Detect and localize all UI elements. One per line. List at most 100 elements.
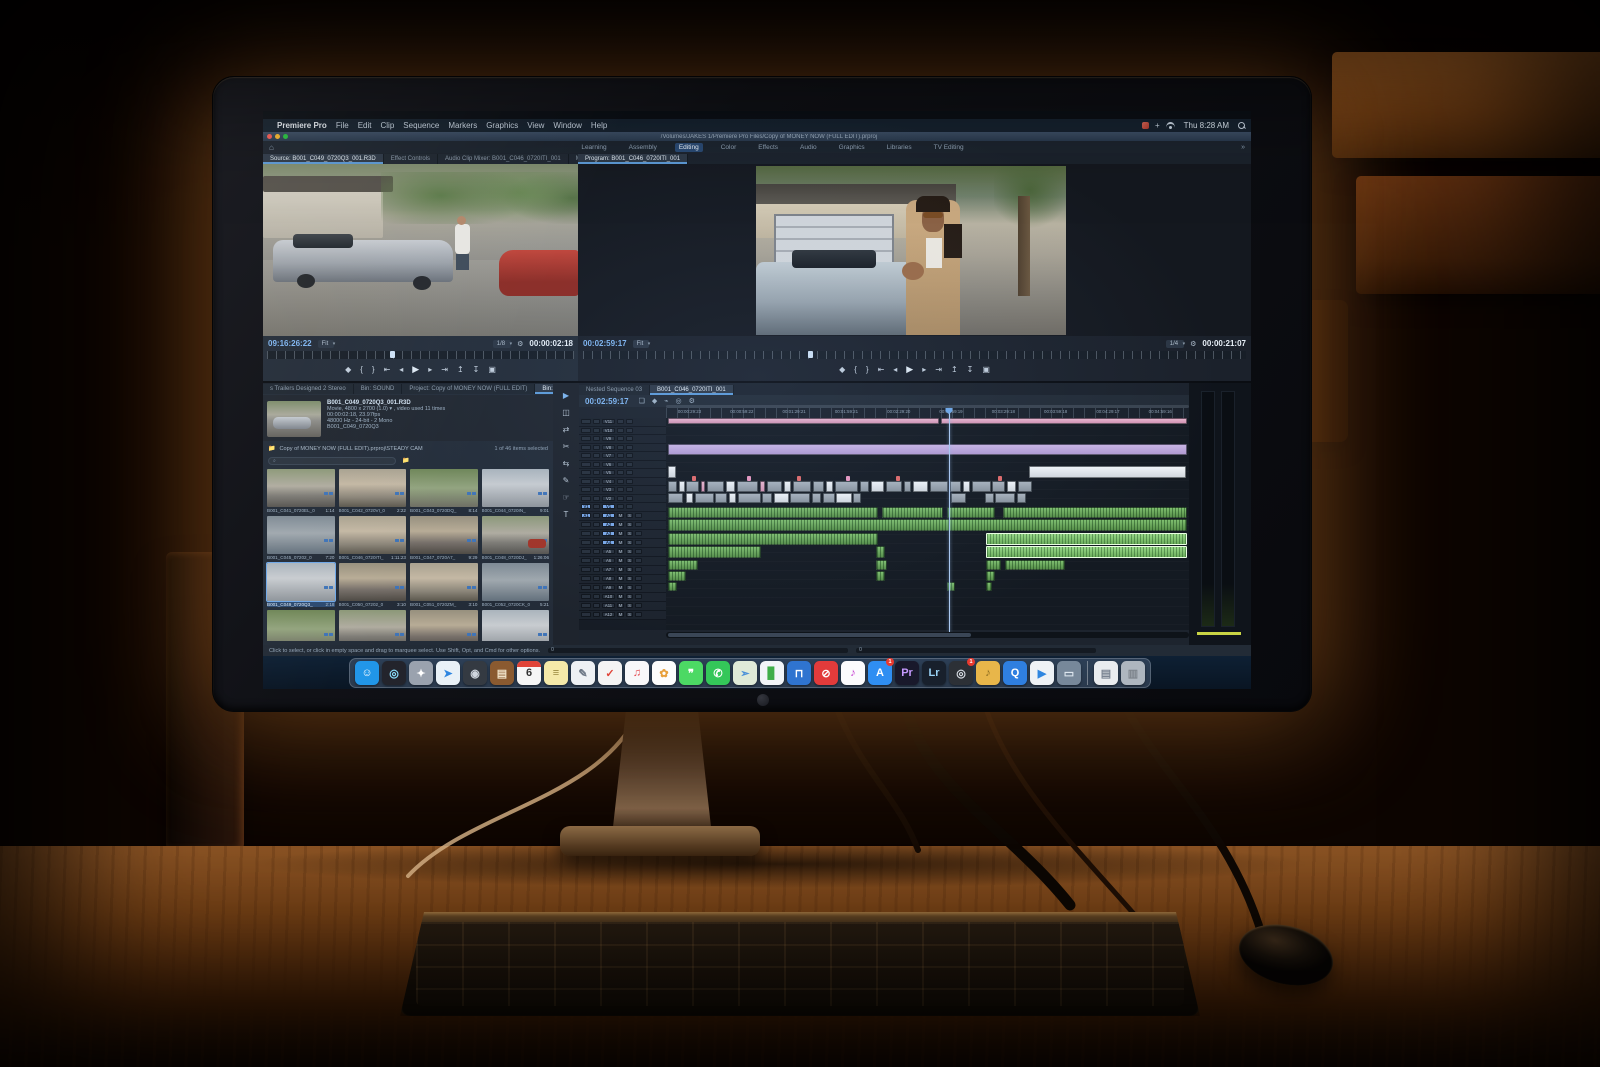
track-lock-icon[interactable]: [593, 539, 600, 546]
dock-icon-photo-booth[interactable]: ◉: [463, 661, 487, 685]
timeline-clip[interactable]: [679, 481, 685, 492]
timeline-clip[interactable]: [947, 507, 996, 518]
toggle-sync-lock-icon[interactable]: [617, 436, 624, 442]
source-resolution-dropdown[interactable]: 1/8: [492, 339, 512, 348]
timeline-clip[interactable]: [668, 493, 684, 503]
dock-icon-safari[interactable]: ➤: [436, 661, 460, 685]
mute-button[interactable]: M: [617, 521, 624, 528]
timeline-clip[interactable]: [790, 493, 811, 503]
dock-icon-music[interactable]: ♫: [625, 661, 649, 685]
mute-button[interactable]: M: [617, 548, 624, 555]
timeline-clip[interactable]: [668, 418, 939, 424]
timeline-clip[interactable]: [1002, 507, 1187, 518]
project-item-selected[interactable]: B001_C049_0720Q3_ 2:18: [266, 562, 336, 607]
zoom-window-button[interactable]: [283, 134, 288, 139]
timeline-tab-1[interactable]: B001_C046_0720ITI_001: [650, 385, 734, 395]
video-track-header-v11[interactable]: V11: [579, 418, 666, 427]
video-track-header-v3[interactable]: V3: [579, 486, 666, 495]
track-lock-icon[interactable]: [593, 427, 600, 433]
timeline-clip[interactable]: [971, 481, 991, 492]
razor-tool[interactable]: ✂: [563, 442, 570, 451]
project-item[interactable]: B001_C042_0720VI_0 2:22: [338, 469, 406, 513]
source-playhead[interactable]: [389, 351, 395, 358]
mute-button[interactable]: M: [617, 539, 624, 546]
source-patch[interactable]: [581, 436, 591, 442]
timeline-clip[interactable]: [1006, 481, 1017, 492]
mute-button[interactable]: M: [617, 593, 624, 600]
source-play-button[interactable]: ▶: [412, 364, 419, 375]
toggle-sync-lock-icon[interactable]: [617, 487, 624, 493]
track-lock-icon[interactable]: [593, 566, 600, 573]
video-track-header-v1[interactable]: V1 V1: [579, 503, 666, 512]
timeline-clip[interactable]: [762, 493, 772, 503]
source-patch[interactable]: [581, 548, 591, 555]
source-video-frame[interactable]: [263, 164, 578, 336]
track-lock-icon[interactable]: [593, 530, 600, 537]
solo-button[interactable]: S: [626, 593, 633, 600]
timeline-clip[interactable]: [766, 481, 783, 492]
timeline-clip[interactable]: [668, 519, 1187, 531]
track-lock-icon[interactable]: [593, 602, 600, 609]
program-play-button[interactable]: ▶: [906, 364, 913, 375]
toggle-sync-lock-icon[interactable]: [617, 453, 624, 459]
toggle-track-output-icon[interactable]: [626, 436, 633, 442]
timeline-lanes[interactable]: [666, 418, 1189, 630]
program-step-back-button[interactable]: ◂: [893, 365, 897, 374]
menu-item-markers[interactable]: Markers: [448, 121, 477, 130]
workspace-tab-libraries[interactable]: Libraries: [883, 143, 916, 152]
voiceover-record-icon[interactable]: [635, 521, 642, 528]
dock-icon-launchpad[interactable]: ✦: [409, 661, 433, 685]
timeline-clip[interactable]: [668, 444, 1187, 455]
track-lock-icon[interactable]: [593, 548, 600, 555]
voiceover-record-icon[interactable]: [635, 530, 642, 537]
audio-track-header-a1[interactable]: A1 A1 M S: [579, 511, 666, 521]
timeline-clip[interactable]: [668, 571, 686, 581]
timeline-clip[interactable]: [811, 493, 822, 503]
source-patch[interactable]: [581, 521, 591, 528]
project-item[interactable]: B001_C050_07202_0 3:10: [338, 563, 406, 607]
timeline-clip[interactable]: [668, 533, 879, 545]
timeline-clip[interactable]: [986, 571, 996, 581]
ripple-edit-tool[interactable]: ⇄: [563, 425, 570, 434]
dock-icon-quicktime[interactable]: Q: [1003, 661, 1027, 685]
source-patch[interactable]: [581, 427, 591, 433]
track-lock-icon[interactable]: [593, 611, 600, 618]
project-item[interactable]: [338, 610, 406, 641]
source-patch[interactable]: [581, 444, 591, 450]
project-item[interactable]: B001_C045_07202_0 7:20: [267, 516, 335, 560]
source-patch[interactable]: [581, 584, 591, 591]
source-tab-2[interactable]: Audio Clip Mixer: B001_C046_0720ITI_001: [438, 154, 569, 164]
timeline-clip[interactable]: [912, 481, 928, 492]
solo-button[interactable]: S: [626, 539, 633, 546]
mute-button[interactable]: M: [617, 575, 624, 582]
timeline-clip[interactable]: [984, 493, 994, 503]
toggle-track-output-icon[interactable]: [626, 504, 633, 510]
solo-button[interactable]: S: [626, 602, 633, 609]
voiceover-record-icon[interactable]: [635, 593, 642, 600]
source-patch[interactable]: [581, 419, 591, 425]
voiceover-record-icon[interactable]: [635, 584, 642, 591]
video-track-header-v10[interactable]: V10: [579, 426, 666, 435]
solo-button[interactable]: S: [626, 584, 633, 591]
menu-item-file[interactable]: File: [336, 121, 349, 130]
dock-icon-contacts[interactable]: ▤: [490, 661, 514, 685]
close-window-button[interactable]: [267, 134, 272, 139]
toggle-sync-lock-icon[interactable]: [617, 495, 624, 501]
timeline-clip[interactable]: [1028, 466, 1186, 478]
timeline-add-marker-icon[interactable]: ◎: [675, 397, 681, 405]
timeline-ruler[interactable]: 00:00:29:23 00:00:59:22 00:01:29:21 00:01:5…: [666, 408, 1189, 418]
program-mark-out-button[interactable]: }: [866, 365, 869, 374]
timeline-clip[interactable]: [929, 481, 949, 492]
timeline-clip[interactable]: [986, 533, 1187, 545]
source-tab-1[interactable]: Effect Controls: [383, 154, 438, 164]
dock-icon-downloads-folder[interactable]: ♪: [976, 661, 1000, 685]
audio-track-header-a12[interactable]: A12 M S: [579, 610, 666, 620]
program-mark-in-button[interactable]: {: [854, 365, 857, 374]
track-select-tool[interactable]: ◫: [562, 408, 570, 417]
solo-button[interactable]: S: [626, 530, 633, 537]
voiceover-record-icon[interactable]: [635, 602, 642, 609]
mute-button[interactable]: M: [617, 602, 624, 609]
timeline-timeline-settings-icon[interactable]: ⚙: [689, 397, 695, 405]
source-ruler[interactable]: [267, 351, 574, 359]
timeline-clip[interactable]: [949, 481, 962, 492]
